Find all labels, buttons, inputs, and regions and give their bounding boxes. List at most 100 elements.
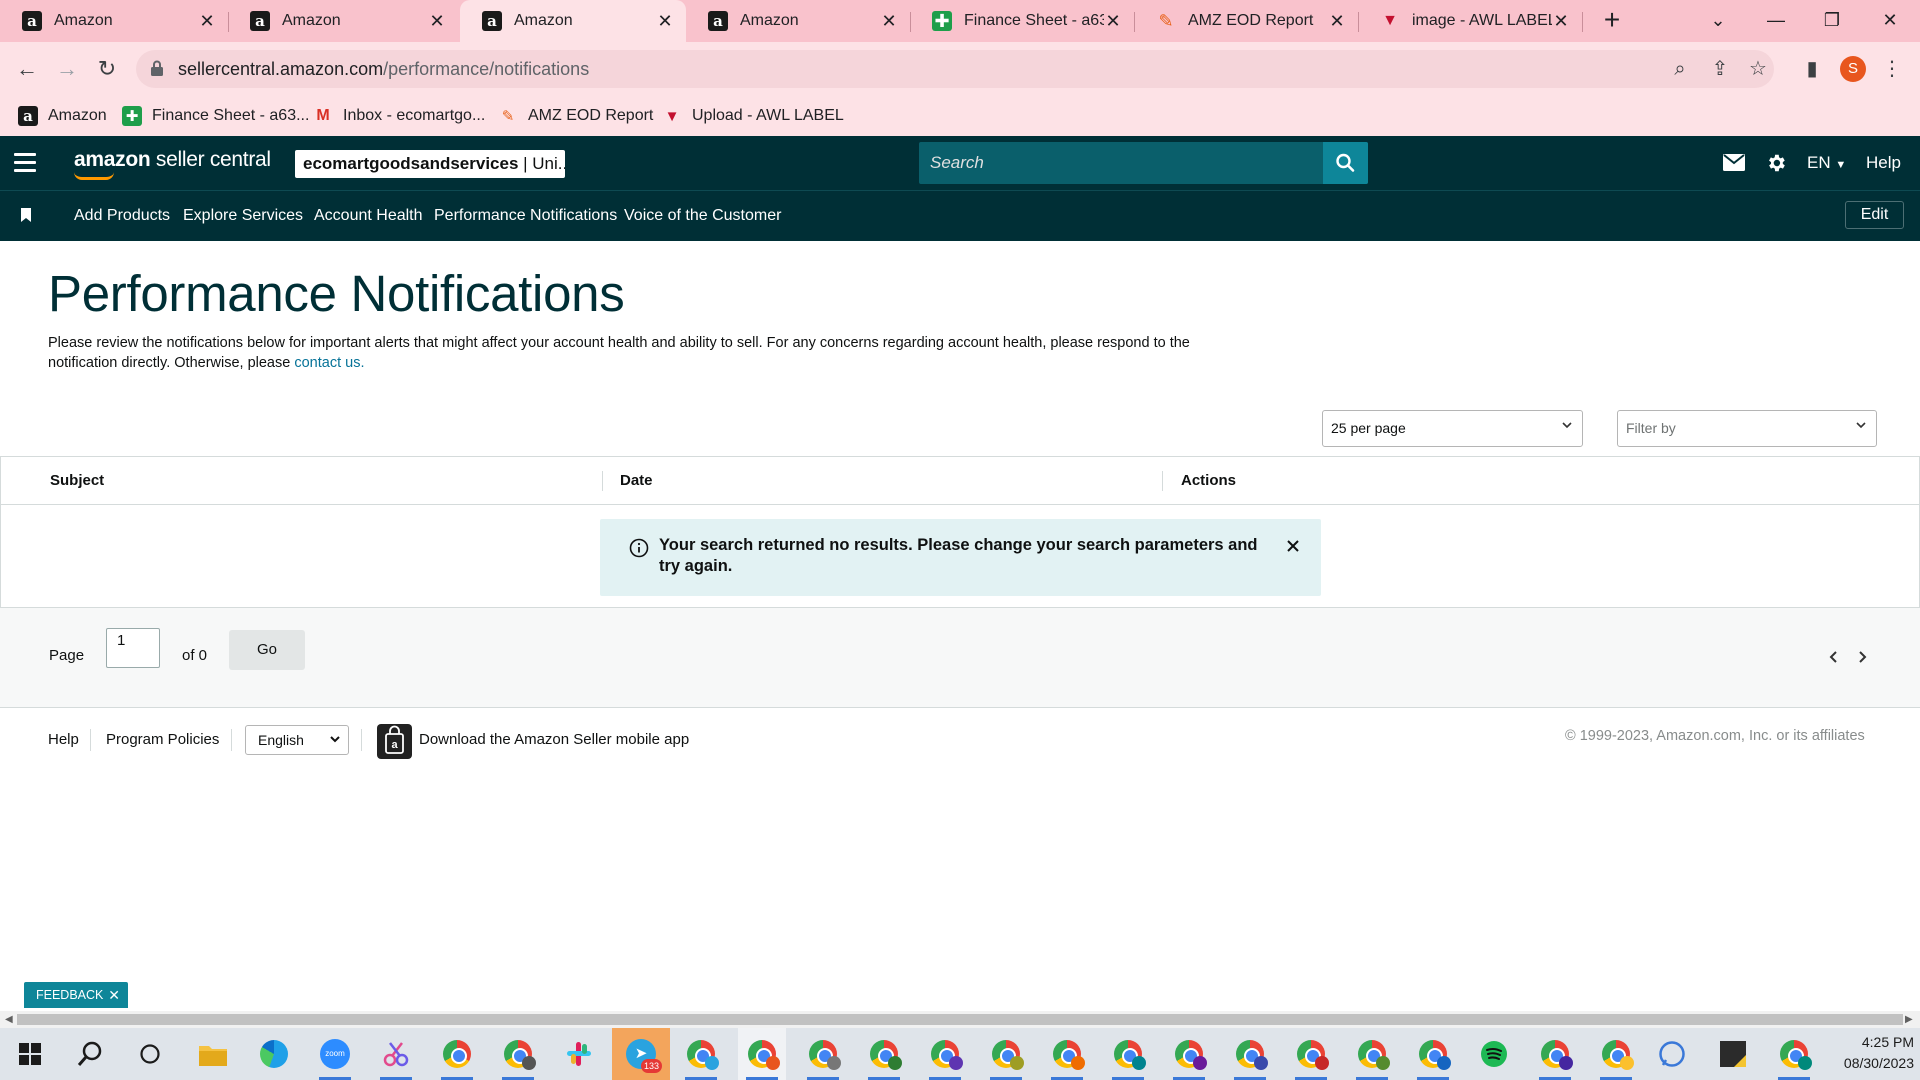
chevron-left-icon[interactable]	[1827, 650, 1841, 664]
language-switcher[interactable]: EN ▼	[1807, 153, 1846, 173]
bookmark-star-icon[interactable]: ☆	[1746, 57, 1770, 81]
settings-gear-icon[interactable]	[1765, 152, 1787, 174]
help-link[interactable]: Help	[1866, 153, 1901, 173]
taskbar-chrome[interactable]	[1287, 1028, 1335, 1080]
taskbar-chrome[interactable]	[1531, 1028, 1579, 1080]
start-button[interactable]	[6, 1028, 54, 1080]
tab-search-icon[interactable]: ⌄	[1690, 0, 1746, 40]
taskbar-spotify[interactable]	[1470, 1028, 1518, 1080]
close-tab-icon[interactable]: ✕	[1328, 12, 1346, 30]
horizontal-scrollbar[interactable]: ◀ ▶	[0, 1011, 1920, 1028]
bookmark-item[interactable]: ✚ Finance Sheet - a63...	[122, 104, 309, 128]
close-window-icon[interactable]: ✕	[1862, 0, 1918, 40]
per-page-select[interactable]: 25 per page	[1322, 410, 1583, 447]
filter-by-select[interactable]: Filter by	[1617, 410, 1877, 447]
forward-icon[interactable]: →	[52, 54, 82, 84]
search-button[interactable]	[1323, 142, 1368, 184]
search-input[interactable]	[919, 142, 1324, 184]
taskbar-search-button[interactable]	[66, 1028, 114, 1080]
taskbar-chrome[interactable]	[1348, 1028, 1396, 1080]
page-number-input[interactable]	[106, 628, 160, 668]
taskbar-edge[interactable]	[250, 1028, 298, 1080]
store-switcher[interactable]: ecomartgoodsandservices | Uni...	[295, 150, 565, 178]
task-view-button[interactable]	[126, 1028, 174, 1080]
back-icon[interactable]: ←	[12, 54, 42, 84]
bookmark-item[interactable]: a Amazon	[18, 104, 107, 128]
browser-tab[interactable]: ▼ image - AWL LABEL ✕	[1358, 0, 1582, 42]
scroll-right-icon[interactable]: ▶	[1905, 1014, 1913, 1025]
footer-help-link[interactable]: Help	[48, 731, 79, 748]
taskbar-telegram[interactable]: ➤ 133	[612, 1028, 670, 1080]
close-feedback-icon[interactable]: ✕	[108, 982, 120, 1008]
taskbar-chrome[interactable]	[1226, 1028, 1274, 1080]
taskbar-file-explorer[interactable]	[189, 1028, 237, 1080]
nav-performance-notifications[interactable]: Performance Notifications	[434, 207, 617, 225]
taskbar-chrome[interactable]	[433, 1028, 481, 1080]
bookmark-item[interactable]: M Inbox - ecomartgo...	[313, 104, 485, 128]
system-clock[interactable]: 4:25 PM 08/30/2023	[1830, 1032, 1914, 1074]
share-icon[interactable]: ⇪	[1708, 57, 1732, 81]
taskbar-chrome[interactable]	[1409, 1028, 1457, 1080]
close-tab-icon[interactable]: ✕	[428, 12, 446, 30]
taskbar-chrome[interactable]	[494, 1028, 542, 1080]
amazon-seller-app-icon[interactable]: a	[377, 724, 412, 759]
taskbar-chrome[interactable]	[921, 1028, 969, 1080]
profile-avatar[interactable]: S	[1840, 56, 1866, 82]
mail-icon[interactable]	[1723, 154, 1745, 171]
nav-add-products[interactable]: Add Products	[74, 207, 170, 225]
taskbar-chrome[interactable]	[982, 1028, 1030, 1080]
more-menu-icon[interactable]: ⋮	[1880, 57, 1904, 81]
new-tab-button[interactable]: +	[1597, 6, 1627, 36]
taskbar-sticky-notes[interactable]	[1709, 1028, 1757, 1080]
restore-icon[interactable]: ❐	[1804, 0, 1860, 40]
footer-language-select[interactable]: English	[245, 725, 349, 755]
close-alert-icon[interactable]	[1283, 536, 1303, 556]
hamburger-menu-icon[interactable]	[14, 153, 36, 173]
nav-explore-services[interactable]: Explore Services	[183, 207, 303, 225]
seller-central-logo[interactable]: amazon seller central	[74, 148, 271, 180]
taskbar-slack[interactable]	[555, 1028, 603, 1080]
browser-tab-active[interactable]: a Amazon ✕	[460, 0, 686, 42]
taskbar-chat-app[interactable]	[1648, 1028, 1696, 1080]
bookmark-item[interactable]: ▼ Upload - AWL LABEL	[662, 104, 844, 128]
nav-voice-of-the-customer[interactable]: Voice of the Customer	[624, 207, 781, 225]
taskbar-chrome[interactable]	[1770, 1028, 1818, 1080]
taskbar-chrome[interactable]	[860, 1028, 908, 1080]
close-tab-icon[interactable]: ✕	[880, 12, 898, 30]
taskbar-chrome[interactable]	[1104, 1028, 1152, 1080]
taskbar-chrome[interactable]	[1043, 1028, 1091, 1080]
browser-tab[interactable]: ✚ Finance Sheet - a63 - ✕	[910, 0, 1134, 42]
close-tab-icon[interactable]: ✕	[656, 12, 674, 30]
close-tab-icon[interactable]: ✕	[198, 12, 216, 30]
taskbar-chrome[interactable]	[1592, 1028, 1640, 1080]
close-tab-icon[interactable]: ✕	[1552, 12, 1570, 30]
download-app-link[interactable]: Download the Amazon Seller mobile app	[419, 731, 689, 748]
column-header-subject[interactable]: Subject	[50, 472, 104, 489]
reload-icon[interactable]: ↻	[92, 54, 122, 84]
taskbar-chrome[interactable]	[1165, 1028, 1213, 1080]
close-tab-icon[interactable]: ✕	[1104, 12, 1122, 30]
bookmark-item[interactable]: ✎ AMZ EOD Report	[498, 104, 654, 128]
contact-us-link[interactable]: contact us.	[294, 355, 364, 371]
edit-nav-button[interactable]: Edit	[1845, 201, 1904, 229]
browser-tab[interactable]: a Amazon ✕	[0, 0, 228, 42]
nav-account-health[interactable]: Account Health	[314, 207, 423, 225]
zoom-icon[interactable]: ⌕	[1668, 57, 1692, 81]
taskbar-snipping-tool[interactable]	[372, 1028, 420, 1080]
browser-tab[interactable]: ✎ AMZ EOD Report ✕	[1134, 0, 1358, 42]
bookmark-icon[interactable]	[21, 208, 31, 222]
browser-tab[interactable]: a Amazon ✕	[228, 0, 458, 42]
chevron-right-icon[interactable]	[1855, 650, 1869, 664]
go-button[interactable]: Go	[229, 630, 305, 670]
taskbar-chrome-active[interactable]	[738, 1028, 786, 1080]
scrollbar-thumb[interactable]	[17, 1014, 1903, 1025]
column-header-date[interactable]: Date	[620, 472, 653, 489]
footer-program-policies-link[interactable]: Program Policies	[106, 731, 219, 748]
taskbar-chrome[interactable]	[677, 1028, 725, 1080]
browser-tab[interactable]: a Amazon ✕	[686, 0, 910, 42]
scroll-left-icon[interactable]: ◀	[5, 1014, 13, 1025]
feedback-tab[interactable]: FEEDBACK ✕	[24, 982, 128, 1008]
address-bar[interactable]: sellercentral.amazon.com/performance/not…	[136, 50, 1774, 88]
minimize-icon[interactable]: —	[1748, 0, 1804, 40]
side-panel-icon[interactable]: ▮	[1800, 57, 1824, 81]
